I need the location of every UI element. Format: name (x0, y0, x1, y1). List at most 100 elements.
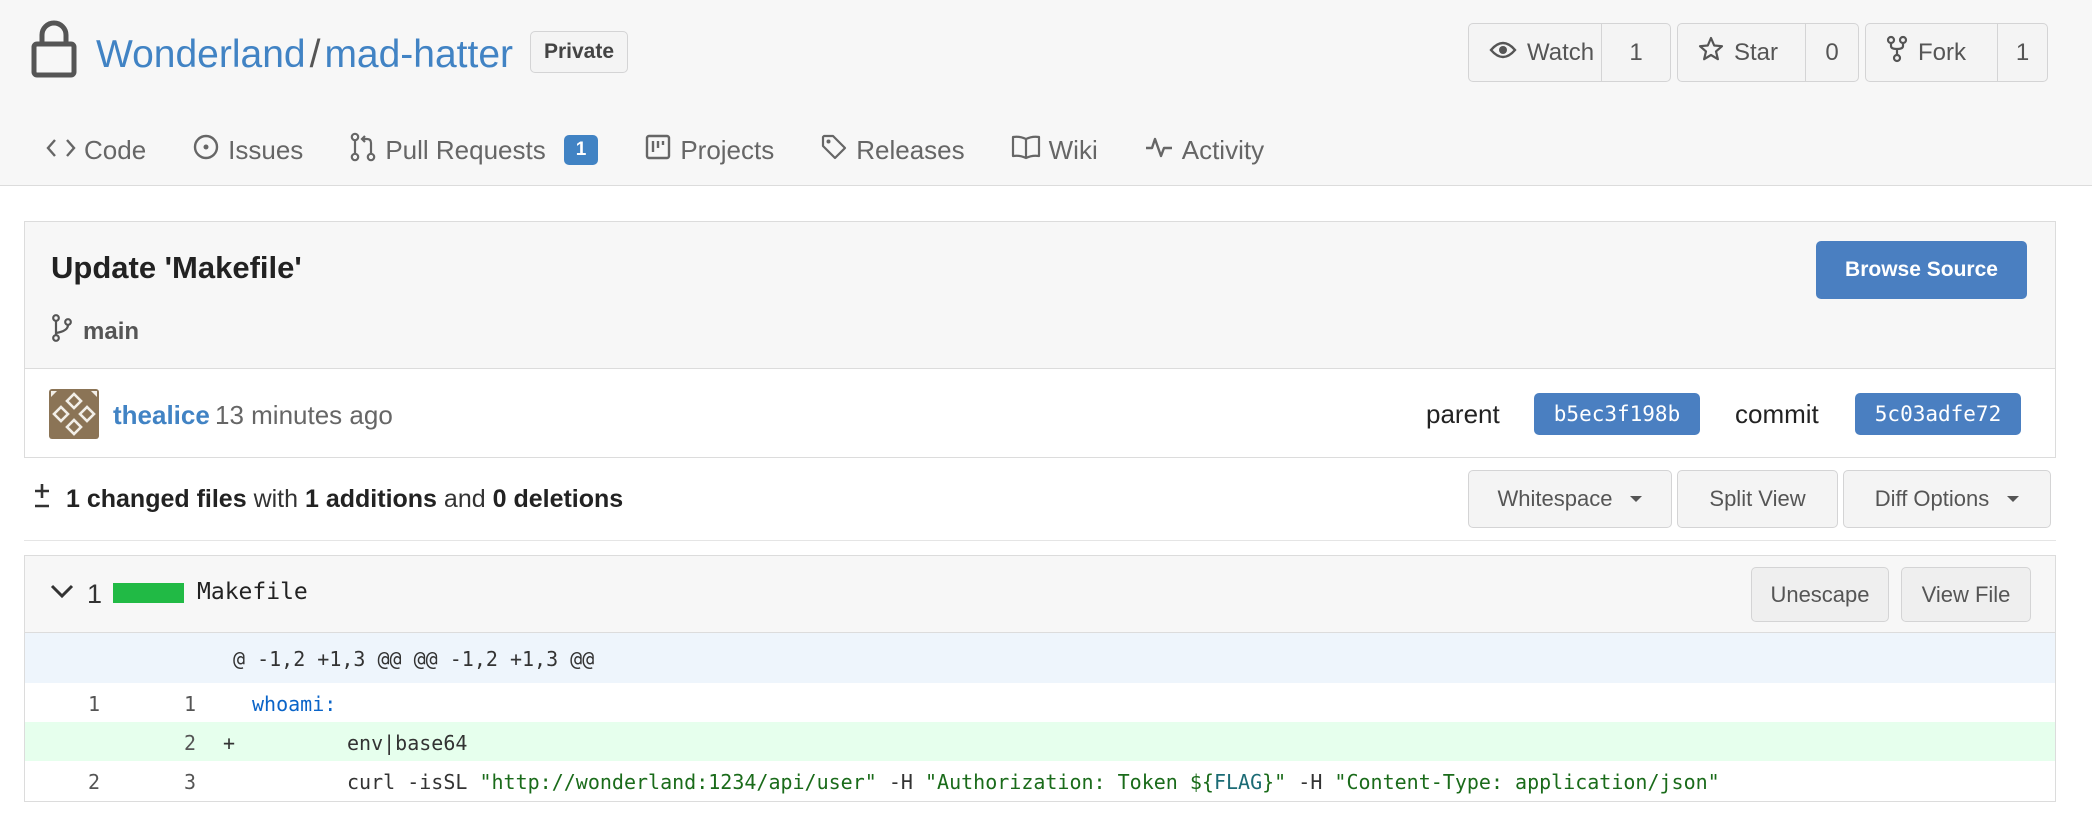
changed-files-count: 1 changed files (66, 485, 247, 513)
commit-meta: thealice 13 minutes ago parent b5ec3f198… (25, 369, 2055, 457)
commit-time: 13 minutes ago (215, 400, 393, 430)
tab-releases[interactable]: Releases (820, 133, 965, 168)
split-view-button[interactable]: Split View (1677, 470, 1838, 528)
caret-down-icon (2007, 496, 2020, 502)
lock-icon (30, 20, 78, 83)
fork-label: Fork (1918, 38, 1966, 66)
view-file-button[interactable]: View File (1901, 567, 2031, 622)
tab-code[interactable]: Code (46, 135, 146, 166)
code-icon (46, 135, 76, 166)
new-line-number[interactable]: 2 (171, 731, 196, 755)
code-token: -H (876, 770, 925, 794)
repo-name-link[interactable]: mad-hatter (324, 33, 513, 76)
diff-options-label: Diff Options (1874, 486, 1990, 511)
browse-source-button[interactable]: Browse Source (1816, 241, 2027, 299)
whitespace-label: Whitespace (1497, 486, 1613, 511)
tab-label: Activity (1181, 134, 1265, 165)
plus-minus-icon (32, 482, 52, 517)
star-icon (1698, 36, 1724, 69)
star-count[interactable]: 0 (1806, 24, 1858, 81)
repo-title: Wonderland / mad-hatter (96, 30, 513, 80)
file-name: Makefile (197, 579, 308, 605)
fork-count[interactable]: 1 (1998, 24, 2047, 81)
project-icon (644, 133, 672, 168)
watch-count[interactable]: 1 (1602, 24, 1670, 81)
pull-request-icon (349, 132, 377, 169)
file-diff: 1 Makefile Unescape View File @ -1,2 +1,… (24, 555, 2056, 802)
stats-and: and (443, 485, 486, 513)
code-line: env|base64 (347, 731, 468, 755)
old-line-number[interactable]: 1 (75, 692, 100, 716)
tab-label: Code (84, 134, 147, 165)
star-label: Star (1734, 38, 1779, 66)
diff-options-dropdown[interactable]: Diff Options (1843, 470, 2051, 528)
code-string: "Authorization: Token ${ (924, 770, 1214, 794)
old-line-number[interactable]: 2 (75, 770, 100, 794)
stats-with: with (253, 485, 299, 513)
commit-sha-button[interactable]: 5c03adfe72 (1855, 393, 2021, 435)
add-marker: + (223, 731, 236, 755)
watch-button-group: Watch 1 (1468, 23, 1671, 82)
file-change-count: 1 (87, 579, 103, 609)
hunk-header-text: @ -1,2 +1,3 @@ @@ -1,2 +1,3 @@ (233, 647, 595, 671)
diff-stat-bar (113, 583, 184, 603)
diff-line: 1 1 whoami: (25, 683, 2055, 722)
watch-label: Watch (1527, 38, 1595, 66)
commit-header: Update 'Makefile' main Browse Source (25, 222, 2055, 369)
star-button[interactable]: Star (1678, 24, 1806, 81)
unescape-button[interactable]: Unescape (1751, 567, 1889, 622)
parent-sha-button[interactable]: b5ec3f198b (1534, 393, 1700, 435)
code-token: curl -isSL (347, 770, 480, 794)
code-line: whoami: (252, 692, 337, 716)
chevron-down-icon[interactable] (49, 582, 75, 605)
tab-wiki[interactable]: Wiki (1011, 134, 1098, 167)
fork-button-group: Fork 1 (1865, 23, 2048, 82)
diff-stats: 1 changed files with 1 additions and 0 d… (32, 482, 623, 517)
branch-icon (51, 314, 73, 349)
pull-request-count-badge: 1 (563, 135, 599, 165)
code-string: }" (1262, 770, 1287, 794)
branch-info: main (51, 314, 139, 349)
eye-icon (1489, 39, 1517, 67)
caret-down-icon (1630, 496, 1643, 502)
tab-label: Wiki (1048, 134, 1098, 165)
tab-activity[interactable]: Activity (1144, 135, 1264, 166)
code-variable: FLAG (1213, 770, 1263, 794)
tab-label: Releases (856, 134, 965, 165)
repo-separator: / (309, 33, 321, 76)
tag-icon (820, 133, 848, 168)
repo-owner-link[interactable]: Wonderland (96, 33, 306, 76)
file-header: 1 Makefile Unescape View File (25, 556, 2055, 633)
new-line-number[interactable]: 1 (171, 692, 196, 716)
parent-label: parent (1426, 399, 1500, 429)
star-button-group: Star 0 (1677, 23, 1859, 82)
whitespace-dropdown[interactable]: Whitespace (1468, 470, 1672, 528)
author-link[interactable]: thealice (113, 400, 210, 431)
divider (24, 540, 2056, 541)
fork-button[interactable]: Fork (1866, 24, 1998, 81)
watch-button[interactable]: Watch (1469, 24, 1602, 81)
tab-label: Pull Requests (385, 134, 546, 165)
visibility-badge: Private (530, 31, 628, 73)
additions-count: 1 additions (305, 485, 437, 513)
repo-header: Wonderland / mad-hatter Private Watch 1 St… (0, 0, 2092, 186)
deletions-count: 0 deletions (492, 485, 624, 513)
hunk-header: @ -1,2 +1,3 @@ @@ -1,2 +1,3 @@ (25, 633, 2055, 683)
branch-name[interactable]: main (83, 318, 139, 346)
code-string: "Content-Type: application/json" (1334, 770, 1720, 794)
tab-label: Issues (228, 134, 304, 165)
repo-tabs: Code Issues Pull Requests 1 Projects Rel… (46, 126, 1310, 174)
book-icon (1011, 134, 1041, 167)
tab-issues[interactable]: Issues (192, 133, 303, 168)
new-line-number[interactable]: 3 (171, 770, 196, 794)
issue-icon (192, 133, 220, 168)
tab-projects[interactable]: Projects (644, 133, 774, 168)
commit-label: commit (1735, 399, 1819, 429)
code-token: -H (1286, 770, 1335, 794)
code-string: "http://wonderland:1234/api/user" (479, 770, 877, 794)
diff-line: 2 3 curl -isSL "http://wonderland:1234/a… (25, 761, 2055, 800)
tab-pull-requests[interactable]: Pull Requests 1 (349, 132, 599, 169)
tab-label: Projects (680, 134, 775, 165)
code-line: curl -isSL "http://wonderland:1234/api/u… (347, 770, 1720, 794)
avatar[interactable] (49, 389, 99, 439)
